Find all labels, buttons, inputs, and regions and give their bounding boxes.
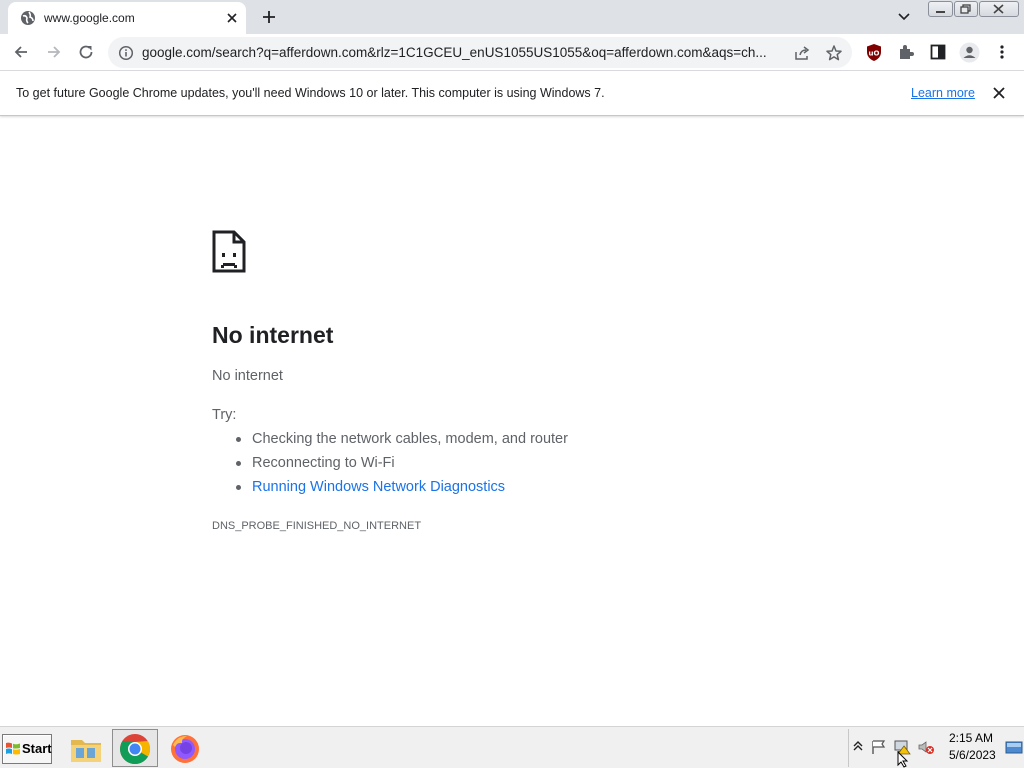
- side-panel-icon[interactable]: [929, 43, 947, 61]
- windows-logo-icon: [5, 741, 21, 757]
- error-subtitle: No internet: [212, 368, 283, 384]
- reload-icon[interactable]: [77, 43, 95, 61]
- taskbar-chrome[interactable]: [112, 729, 158, 767]
- minimize-button[interactable]: [928, 1, 953, 17]
- firefox-icon: [169, 733, 201, 765]
- chevron-down-icon[interactable]: [896, 9, 912, 25]
- clock-date[interactable]: 5/6/2023: [949, 748, 996, 762]
- profile-avatar-icon[interactable]: [959, 42, 980, 63]
- browser-tab[interactable]: www.google.com: [8, 2, 246, 34]
- error-title: No internet: [212, 322, 334, 348]
- tab-strip: www.google.com: [0, 0, 1024, 34]
- close-icon[interactable]: [992, 86, 1006, 100]
- bookmark-star-icon[interactable]: [825, 44, 843, 62]
- tab-title: www.google.com: [44, 11, 135, 25]
- menu-dots-icon[interactable]: [994, 43, 1010, 61]
- forward-arrow-icon[interactable]: [45, 43, 63, 61]
- show-desktop-icon[interactable]: [1005, 741, 1023, 755]
- sad-page-icon: [212, 230, 246, 273]
- start-label: Start: [22, 741, 52, 756]
- window-controls: [928, 1, 1020, 18]
- system-tray: [848, 729, 1024, 767]
- folder-icon: [69, 734, 103, 764]
- suggestion-list: Checking the network cables, modem, and …: [236, 431, 568, 503]
- chrome-icon: [119, 733, 151, 765]
- show-hidden-icons-icon[interactable]: [853, 740, 863, 752]
- mouse-cursor-icon: [897, 751, 909, 768]
- suggestion-item: Checking the network cables, modem, and …: [236, 431, 568, 455]
- share-icon[interactable]: [793, 45, 811, 61]
- close-tab-icon[interactable]: [224, 10, 240, 26]
- url-text: google.com/search?q=afferdown.com&rlz=1C…: [142, 45, 767, 60]
- browser-toolbar: google.com/search?q=afferdown.com&rlz=1C…: [0, 34, 1024, 71]
- new-tab-icon[interactable]: [260, 8, 278, 26]
- action-center-flag-icon[interactable]: [871, 739, 887, 755]
- learn-more-link[interactable]: Learn more: [911, 86, 975, 100]
- error-code: DNS_PROBE_FINISHED_NO_INTERNET: [212, 520, 422, 532]
- address-bar[interactable]: google.com/search?q=afferdown.com&rlz=1C…: [108, 37, 852, 68]
- back-arrow-icon[interactable]: [12, 43, 30, 61]
- info-icon[interactable]: [118, 45, 134, 61]
- update-infobar: To get future Google Chrome updates, you…: [0, 71, 1024, 116]
- network-diagnostics-link[interactable]: Running Windows Network Diagnostics: [236, 479, 568, 503]
- svg-text:uO: uO: [869, 50, 880, 58]
- close-window-button[interactable]: [979, 1, 1019, 17]
- taskbar-explorer[interactable]: [63, 729, 109, 767]
- extensions-puzzle-icon[interactable]: [897, 43, 915, 61]
- restore-button[interactable]: [954, 1, 978, 17]
- volume-muted-icon[interactable]: [917, 739, 935, 755]
- infobar-message: To get future Google Chrome updates, you…: [16, 86, 605, 100]
- try-label: Try:: [212, 407, 237, 423]
- suggestion-item: Reconnecting to Wi-Fi: [236, 455, 568, 479]
- clock-time[interactable]: 2:15 AM: [949, 731, 993, 745]
- globe-icon: [20, 10, 36, 26]
- ublock-origin-icon[interactable]: uO: [865, 43, 883, 62]
- taskbar: Start: [0, 726, 1024, 768]
- start-button[interactable]: Start: [2, 734, 52, 764]
- taskbar-firefox[interactable]: [162, 729, 208, 767]
